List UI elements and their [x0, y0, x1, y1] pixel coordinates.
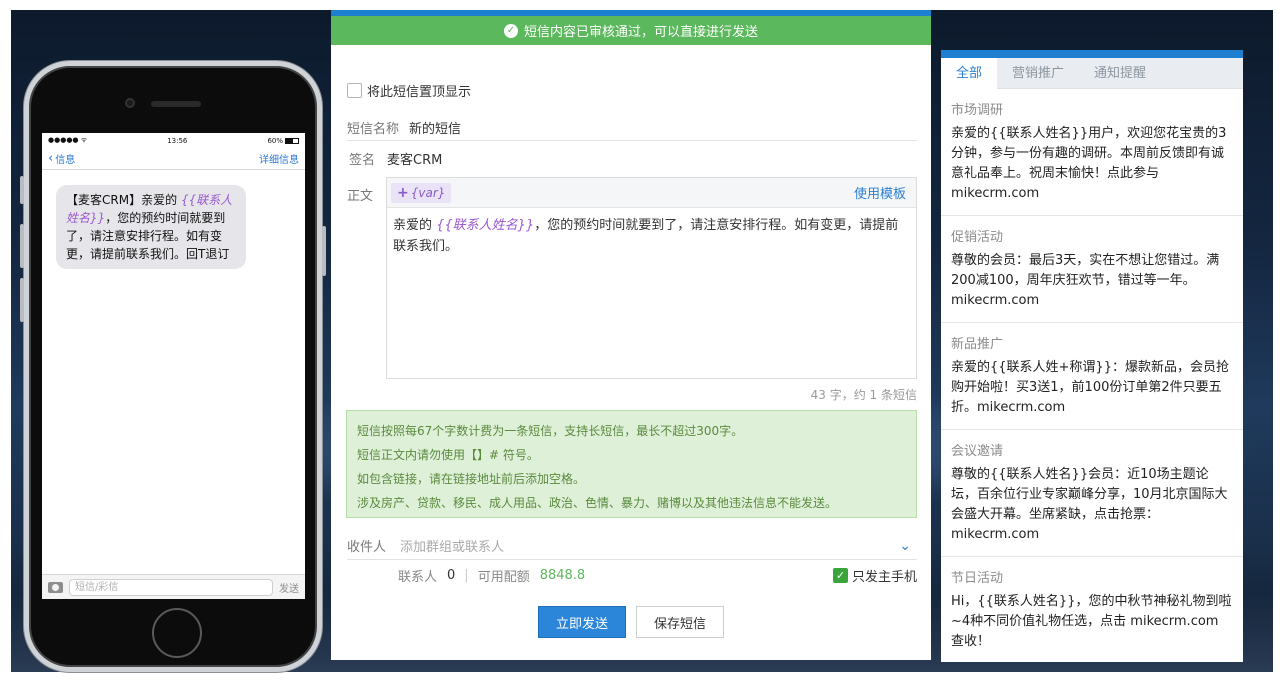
camera-icon[interactable] [48, 581, 63, 593]
insert-variable-button[interactable]: + {var} [391, 182, 452, 203]
check-circle-icon: ✓ [503, 23, 518, 38]
approval-notice: ✓ 短信内容已审核通过，可以直接进行发送 [331, 16, 931, 45]
phone-preview: ●●●●● ᯤ 13:56 60% ‹ 信息 详细信息 【麦客CRM】亲爱的 {… [20, 61, 326, 672]
template-item[interactable]: 市场调研 亲爱的{{联系人姓名}}用户，欢迎您花宝贵的3分钟，参与一份有趣的调研… [941, 89, 1243, 216]
rule-item: 短信按照每67个字数计费为一条短信，支持长短信，最长不超过300字。 [357, 424, 744, 438]
template-category: 促销活动 [951, 230, 1004, 245]
action-buttons: 立即发送 保存短信 [538, 606, 724, 638]
sms-name-input[interactable]: 新的短信 [409, 118, 461, 137]
sms-name-row: 短信名称 新的短信 [347, 115, 917, 141]
contacts-count: 0 [447, 568, 456, 583]
editor-toolbar: + {var} 使用模板 [387, 178, 916, 208]
phone-home-button [152, 608, 202, 658]
only-main-phone-checkbox[interactable]: ✓ [832, 568, 848, 583]
body-label: 正文 [347, 189, 374, 204]
back-button[interactable]: ‹ 信息 [48, 151, 75, 166]
template-text: 亲爱的{{联系人姓名}}用户，欢迎您花宝贵的3分钟，参与一份有趣的调研。本周前反… [951, 126, 1227, 201]
chevron-left-icon: ‹ [48, 151, 54, 166]
body-variable: {{联系人姓名}} [436, 218, 535, 233]
chevron-down-icon[interactable]: ⌄ [899, 538, 911, 554]
pin-label: 将此短信置顶显示 [367, 85, 472, 100]
contacts-label: 联系人 [398, 570, 438, 585]
template-list: 市场调研 亲爱的{{联系人姓名}}用户，欢迎您花宝贵的3分钟，参与一份有趣的调研… [941, 89, 1243, 662]
tab-notification[interactable]: 通知提醒 [1079, 58, 1161, 89]
template-panel: 全部 营销推广 通知提醒 市场调研 亲爱的{{联系人姓名}}用户，欢迎您花宝贵的… [941, 50, 1243, 662]
body-editor: + {var} 使用模板 亲爱的 {{联系人姓名}}，您的预约时间就要到了，请注… [386, 177, 917, 379]
body-text-prefix: 亲爱的 [393, 218, 437, 233]
battery-indicator: 60% [267, 137, 299, 145]
battery-icon [285, 137, 299, 144]
quota-label: 可用配额 [477, 570, 530, 585]
template-item[interactable]: 促销活动 尊敬的会员：最后3天，实在不想让您错过。满200减100，周年庆狂欢节… [941, 216, 1243, 323]
body-textarea[interactable]: 亲爱的 {{联系人姓名}}，您的预约时间就要到了，请注意安排行程。如有变更，请提… [387, 208, 916, 264]
use-template-link[interactable]: 使用模板 [854, 183, 906, 202]
phone-volume-down [20, 278, 24, 322]
rule-item: 如包含链接，请在链接地址前后添加空格。 [357, 472, 586, 486]
status-time: 13:56 [167, 136, 188, 145]
approval-notice-text: 短信内容已审核通过，可以直接进行发送 [523, 25, 758, 40]
template-panel-accent [941, 50, 1243, 58]
recipient-input[interactable]: 添加群组或联系人 [400, 536, 899, 555]
template-category: 市场调研 [951, 103, 1004, 118]
compose-bar: 短信/彩信 发送 [42, 574, 305, 599]
details-link[interactable]: 详细信息 [259, 151, 299, 166]
battery-percent: 60% [267, 136, 283, 145]
phone-mute-switch [20, 176, 24, 204]
pin-checkbox[interactable] [347, 83, 362, 98]
phone-camera [125, 98, 135, 108]
tab-all[interactable]: 全部 [941, 58, 998, 89]
sms-editor-panel: ✓ 短信内容已审核通过，可以直接进行发送 将此短信置顶显示 短信名称 新的短信 … [331, 10, 931, 660]
template-item[interactable]: 新品推广 亲爱的{{联系人姓+称谓}}：爆款新品，会员抢购开始啦！买3送1，前1… [941, 323, 1243, 430]
plus-icon: + [397, 184, 409, 201]
template-item[interactable]: 节日活动 Hi，{{联系人姓名}}，您的中秋节神秘礼物到啦~4种不同价值礼物任选… [941, 557, 1243, 662]
rules-notice: 短信按照每67个字数计费为一条短信，支持长短信，最长不超过300字。 短信正文内… [346, 410, 917, 518]
character-counter: 43 字，约 1 条短信 [810, 388, 917, 402]
template-category: 会议邀请 [951, 444, 1004, 459]
quota-value: 8848.8 [539, 568, 586, 583]
insert-variable-label: {var} [410, 185, 446, 200]
template-text: 尊敬的会员：最后3天，实在不想让您错过。满200减100，周年庆狂欢节，错过等一… [951, 253, 1220, 308]
signature-row: 签名 麦客CRM [347, 149, 442, 168]
template-text: 亲爱的{{联系人姓+称谓}}：爆款新品，会员抢购开始啦！买3送1，前100份订单… [951, 360, 1229, 415]
template-category: 节日活动 [951, 571, 1004, 586]
signature-value[interactable]: 麦客CRM [387, 149, 442, 168]
phone-nav-bar: ‹ 信息 详细信息 [42, 148, 305, 170]
template-tabs: 全部 营销推广 通知提醒 [941, 58, 1243, 89]
phone-speaker [151, 101, 201, 107]
compose-send-button[interactable]: 发送 [279, 580, 299, 595]
tab-marketing[interactable]: 营销推广 [997, 58, 1079, 89]
template-text: Hi，{{联系人姓名}}，您的中秋节神秘礼物到啦~4种不同价值礼物任选，点击 m… [951, 594, 1232, 649]
template-text: 尊敬的{{联系人姓名}}会员：近10场主题论坛，百余位行业专家巅峰分享，10月北… [951, 467, 1228, 542]
rule-item: 短信正文内请勿使用【】# 符号。 [357, 448, 539, 462]
send-now-button[interactable]: 立即发送 [538, 606, 626, 638]
compose-input[interactable]: 短信/彩信 [69, 578, 273, 596]
phone-status-bar: ●●●●● ᯤ 13:56 60% [42, 133, 305, 148]
sms-name-label: 短信名称 [347, 122, 400, 137]
recipient-label: 收件人 [347, 540, 387, 555]
signature-label: 签名 [349, 153, 376, 168]
stats-divider: | [464, 568, 469, 583]
template-item[interactable]: 会议邀请 尊敬的{{联系人姓名}}会员：近10场主题论坛，百余位行业专家巅峰分享… [941, 430, 1243, 557]
message-bubble: 【麦客CRM】亲爱的 {{联系人姓名}}，您的预约时间就要到了，请注意安排行程。… [56, 185, 246, 269]
recipient-stats: 联系人 0 | 可用配额 8848.8 ✓ 只发主手机 [398, 566, 917, 585]
only-main-phone-option[interactable]: ✓ 只发主手机 [832, 566, 917, 585]
template-category: 新品推广 [951, 337, 1004, 352]
phone-screen: ●●●●● ᯤ 13:56 60% ‹ 信息 详细信息 【麦客CRM】亲爱的 {… [42, 133, 305, 599]
save-sms-button[interactable]: 保存短信 [636, 606, 724, 638]
only-main-phone-label: 只发主手机 [851, 570, 917, 585]
signal-indicator: ●●●●● ᯤ [48, 136, 88, 144]
recipient-row: 收件人 添加群组或联系人 ⌄ [347, 532, 917, 560]
phone-volume-up [20, 224, 24, 268]
pin-option[interactable]: 将此短信置顶显示 [347, 81, 471, 100]
rule-item: 涉及房产、贷款、移民、成人用品、政治、色情、暴力、赌博以及其他违法信息不能发送。 [357, 496, 838, 510]
back-label: 信息 [55, 155, 76, 166]
phone-power-button [322, 226, 326, 276]
bubble-text-prefix: 【麦客CRM】亲爱的 [66, 193, 181, 207]
